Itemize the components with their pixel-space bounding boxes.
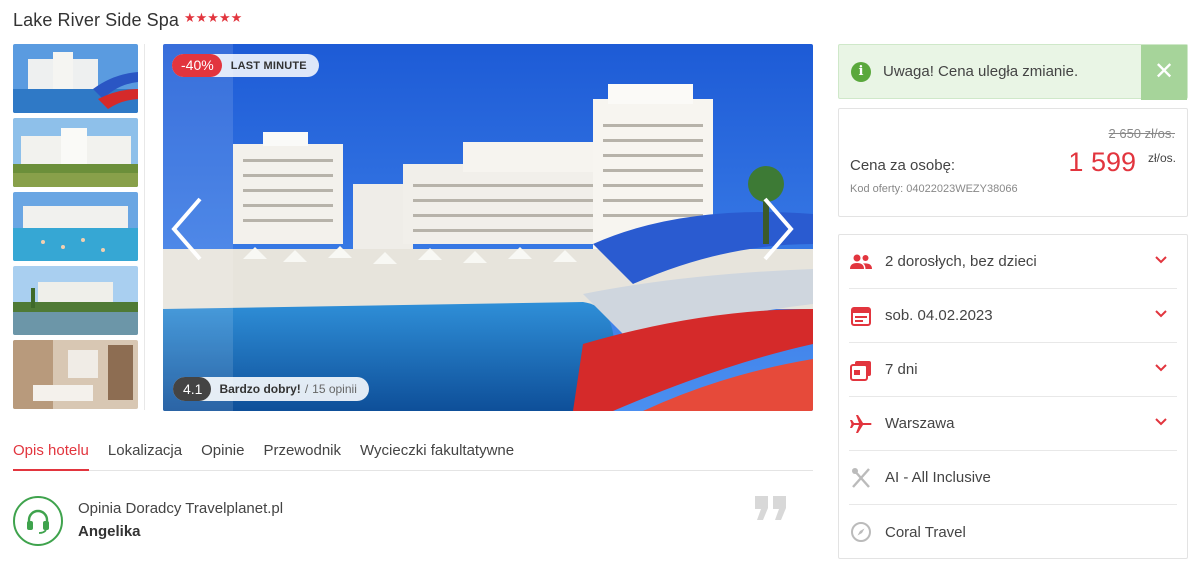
people-icon	[850, 254, 872, 269]
thumbnail-strip	[13, 44, 138, 414]
option-text: AI - All Inclusive	[885, 469, 991, 486]
option-text: Warszawa	[885, 415, 955, 432]
alert-close-button[interactable]: ✕	[1141, 45, 1187, 100]
tab-lokalizacja[interactable]: Lokalizacja	[108, 440, 182, 471]
chevron-down-icon	[1155, 310, 1167, 318]
hotel-tabs: Opis hotelu Lokalizacja Opinie Przewodni…	[13, 440, 813, 471]
tab-opis-hotelu[interactable]: Opis hotelu	[13, 440, 89, 471]
advisor-title: Opinia Doradcy Travelplanet.pl	[78, 500, 284, 517]
option-duration[interactable]: 7 dni	[849, 343, 1177, 397]
headset-icon	[27, 509, 49, 534]
option-text: 2 dorosłych, bez dzieci	[885, 253, 1037, 270]
thumbnail-2[interactable]	[13, 118, 138, 187]
offer-code: Kod oferty: 04022023WEZY38066	[850, 183, 1018, 195]
tab-wycieczki[interactable]: Wycieczki fakultatywne	[360, 440, 514, 471]
price-unit: zł/os.	[1147, 151, 1176, 165]
old-price: 2 650 zł/os.	[1108, 126, 1176, 141]
chevron-right-icon	[763, 197, 794, 261]
thumbnail-image	[13, 44, 138, 113]
option-date[interactable]: sob. 04.02.2023	[849, 289, 1177, 343]
duration-icon	[850, 360, 871, 381]
rating-separator: /	[304, 382, 309, 396]
advisor-avatar	[13, 496, 63, 546]
thumbnail-1[interactable]	[13, 44, 138, 113]
option-text: sob. 04.02.2023	[885, 307, 993, 324]
thumbnail-3[interactable]	[13, 192, 138, 261]
tab-przewodnik[interactable]: Przewodnik	[263, 440, 341, 471]
offer-options: 2 dorosłych, bez dzieci sob. 04.02.2023 …	[838, 234, 1188, 559]
price-box: 2 650 zł/os. Cena za osobę: 1 599 zł/os.…	[838, 108, 1188, 217]
rating-badge[interactable]: 4.1 Bardzo dobry! / 15 opinii	[173, 377, 369, 401]
thumbnail-image	[13, 266, 138, 335]
rating-count: 15 opinii	[312, 382, 357, 396]
option-board: AI - All Inclusive	[849, 451, 1177, 505]
info-icon: i	[851, 62, 871, 82]
tab-opinie[interactable]: Opinie	[201, 440, 244, 471]
discount-label: -40%	[172, 54, 222, 77]
main-gallery[interactable]: -40% LAST MINUTE 4.1 Bardzo dobry! / 15 …	[163, 44, 813, 411]
hotel-stars: ★★★★★	[184, 10, 243, 25]
chevron-down-icon	[1155, 256, 1167, 264]
gallery-next-button[interactable]	[757, 194, 797, 264]
option-operator: Coral Travel	[849, 505, 1177, 559]
calendar-icon	[851, 306, 871, 326]
compass-icon	[851, 522, 871, 542]
advisor-name: Angelika	[78, 523, 141, 540]
thumbnail-divider	[144, 44, 145, 410]
thumbnail-image	[13, 118, 138, 187]
thumbnail-image	[13, 340, 138, 409]
hotel-main-photo	[163, 44, 813, 411]
option-travelers[interactable]: 2 dorosłych, bez dzieci	[849, 235, 1177, 289]
price-label: Cena za osobę:	[850, 157, 956, 174]
option-text: Coral Travel	[885, 523, 966, 541]
price-change-alert: i Uwaga! Cena uległa zmianie. ✕	[838, 44, 1188, 100]
plane-icon	[850, 414, 872, 433]
advisor-opinion: Opinia Doradcy Travelplanet.pl Angelika	[13, 496, 813, 556]
gallery-prev-button[interactable]	[168, 194, 208, 264]
alert-message: Uwaga! Cena uległa zmianie.	[883, 63, 1079, 80]
quote-icon	[755, 496, 786, 520]
thumbnail-5[interactable]	[13, 340, 138, 409]
last-minute-label: LAST MINUTE	[230, 59, 307, 72]
cutlery-icon	[852, 467, 870, 488]
offer-badge: -40% LAST MINUTE	[172, 54, 319, 77]
hotel-title: Lake River Side Spa ★★★★★	[13, 10, 242, 31]
current-price: 1 599	[1068, 147, 1136, 177]
thumbnail-4[interactable]	[13, 266, 138, 335]
chevron-left-icon	[171, 197, 202, 261]
option-text: 7 dni	[885, 361, 918, 378]
option-departure[interactable]: Warszawa	[849, 397, 1177, 451]
hotel-name: Lake River Side Spa	[13, 10, 179, 30]
thumbnail-image	[13, 192, 138, 261]
chevron-down-icon	[1155, 364, 1167, 372]
rating-label: Bardzo dobry!	[219, 382, 301, 396]
rating-score: 4.1	[173, 377, 212, 401]
chevron-down-icon	[1155, 418, 1167, 426]
